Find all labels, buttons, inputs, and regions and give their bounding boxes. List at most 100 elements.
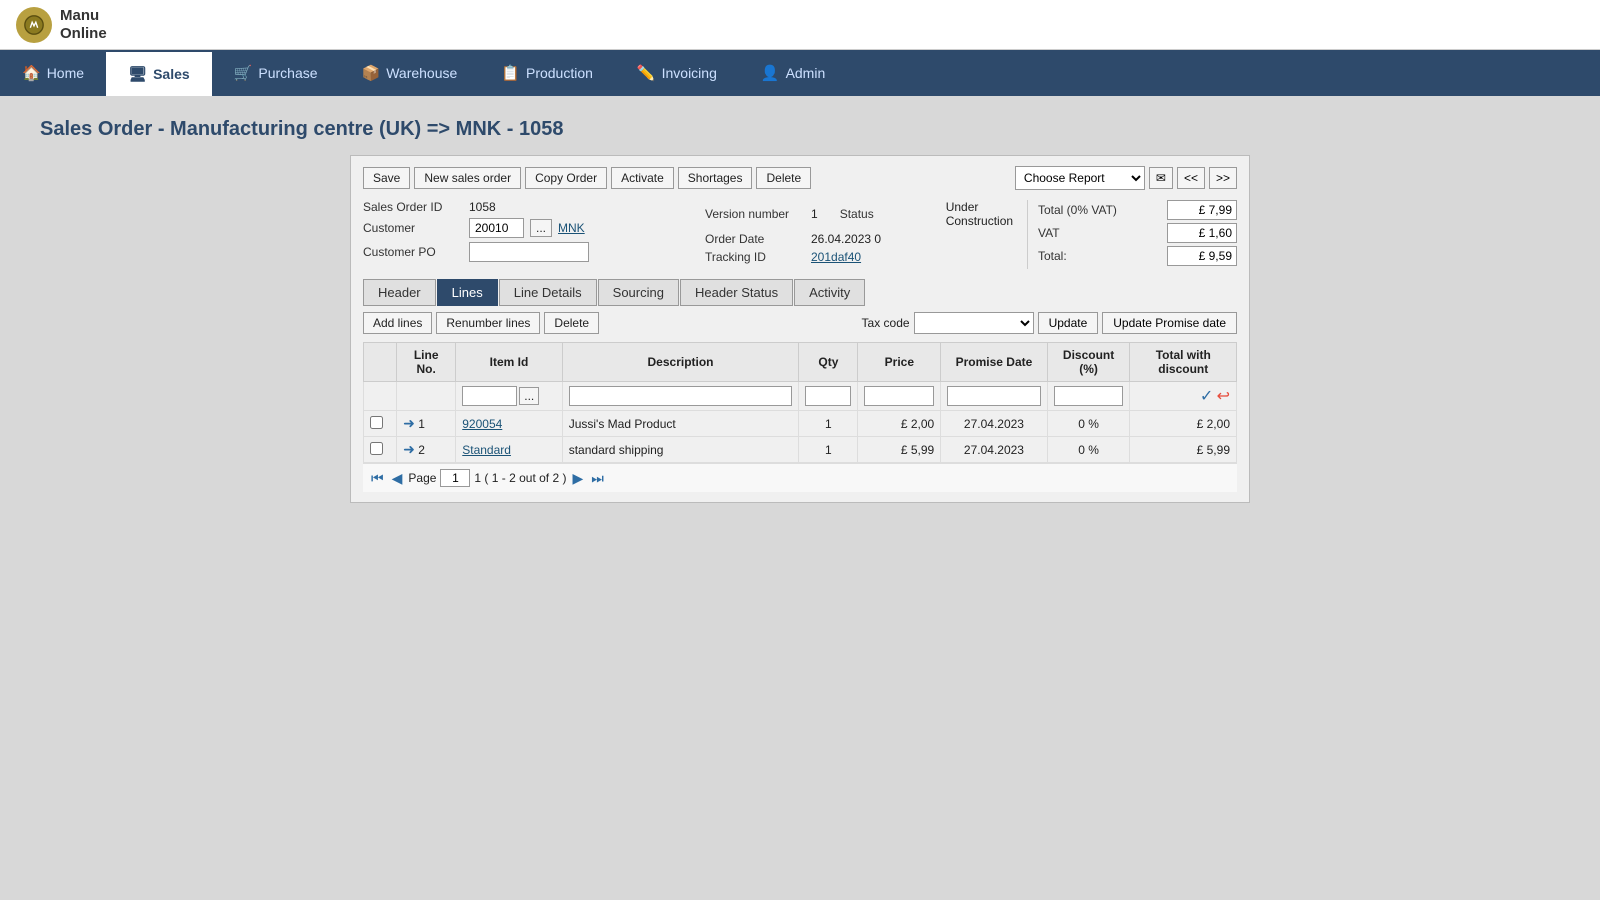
nav-production[interactable]: 📋 Production bbox=[479, 50, 615, 96]
last-page-button[interactable]: ⏭ bbox=[589, 470, 606, 487]
admin-icon: 👤 bbox=[761, 64, 780, 82]
nav-sales[interactable]: 🖥 Sales bbox=[106, 50, 212, 96]
tracking-id-row: Tracking ID 201daf40 bbox=[705, 250, 1027, 264]
info-col-mid: Version number 1 Status Under Constructi… bbox=[685, 200, 1027, 269]
version-number-row: Version number 1 Status Under Constructi… bbox=[705, 200, 1027, 228]
lines-toolbar: Add lines Renumber lines Delete Tax code… bbox=[363, 312, 1237, 334]
tab-header[interactable]: Header bbox=[363, 279, 436, 306]
vat-input[interactable] bbox=[1167, 223, 1237, 243]
tab-activity[interactable]: Activity bbox=[794, 279, 865, 306]
row1-description: Jussi's Mad Product bbox=[562, 411, 799, 437]
customer-id-input[interactable] bbox=[469, 218, 524, 238]
report-email-button[interactable]: ✉ bbox=[1149, 167, 1173, 189]
first-page-button[interactable]: ⏮ bbox=[369, 470, 386, 487]
tax-code-label: Tax code bbox=[862, 316, 910, 330]
new-qty-input[interactable] bbox=[805, 386, 851, 406]
new-row-actions-cell: ✓ ↩ bbox=[1130, 382, 1237, 411]
col-description: Description bbox=[562, 343, 799, 382]
shortages-button[interactable]: Shortages bbox=[678, 167, 753, 189]
total-row: Total (0% VAT) bbox=[1038, 200, 1237, 220]
customer-po-input[interactable] bbox=[469, 242, 589, 262]
tab-sourcing[interactable]: Sourcing bbox=[598, 279, 679, 306]
row1-discount: 0 % bbox=[1047, 411, 1130, 437]
toolbar-right: Choose Report ✉ << >> bbox=[1015, 166, 1237, 190]
nav-bar: 🏠 Home 🖥 Sales 🛒 Purchase 📦 Warehouse 📋 … bbox=[0, 50, 1600, 96]
row2-checkbox[interactable] bbox=[370, 442, 383, 455]
nav-warehouse[interactable]: 📦 Warehouse bbox=[340, 50, 480, 96]
grand-total-input[interactable] bbox=[1167, 246, 1237, 266]
nav-invoicing[interactable]: ✏️ Invoicing bbox=[615, 50, 739, 96]
totals-section: Total (0% VAT) VAT Total: bbox=[1027, 200, 1237, 269]
customer-po-row: Customer PO bbox=[363, 242, 685, 262]
activate-button[interactable]: Activate bbox=[611, 167, 674, 189]
row1-promise-date: 27.04.2023 bbox=[941, 411, 1047, 437]
row2-line-no: ➜ 2 bbox=[397, 437, 456, 463]
cancel-new-line-icon[interactable]: ↩ bbox=[1217, 388, 1230, 405]
tab-line-details[interactable]: Line Details bbox=[499, 279, 597, 306]
brand-bar: Manu Online bbox=[0, 0, 1600, 50]
tab-header-status[interactable]: Header Status bbox=[680, 279, 793, 306]
page-number-input[interactable] bbox=[440, 469, 470, 487]
renumber-lines-button[interactable]: Renumber lines bbox=[436, 312, 540, 334]
nav-admin[interactable]: 👤 Admin bbox=[739, 50, 847, 96]
customer-name-link[interactable]: MNK bbox=[558, 221, 585, 235]
new-item-lookup-button[interactable]: ... bbox=[519, 387, 539, 405]
warehouse-icon: 📦 bbox=[362, 64, 381, 82]
copy-order-button[interactable]: Copy Order bbox=[525, 167, 607, 189]
new-promise-input[interactable] bbox=[947, 386, 1040, 406]
row1-check-cell bbox=[364, 411, 397, 437]
row2-total: £ 5,99 bbox=[1130, 437, 1237, 463]
col-promise-date: Promise Date bbox=[941, 343, 1047, 382]
row1-item-id: 920054 bbox=[456, 411, 562, 437]
tax-code-select[interactable] bbox=[914, 312, 1034, 334]
order-date-row: Order Date 26.04.2023 0 bbox=[705, 232, 1027, 246]
new-line-row: ... ✓ ↩ bbox=[364, 382, 1237, 411]
production-icon: 📋 bbox=[501, 64, 520, 82]
new-row-qty-cell bbox=[799, 382, 858, 411]
next-order-button[interactable]: >> bbox=[1209, 167, 1237, 189]
table-header-row: Line No. Item Id Description Qty Price P… bbox=[364, 343, 1237, 382]
grand-total-row: Total: bbox=[1038, 246, 1237, 266]
delete-button[interactable]: Delete bbox=[756, 167, 811, 189]
add-lines-button[interactable]: Add lines bbox=[363, 312, 432, 334]
prev-order-button[interactable]: << bbox=[1177, 167, 1205, 189]
pagination: ⏮ ◀ Page 1 ( 1 - 2 out of 2 ) ▶ ⏭ bbox=[363, 463, 1237, 492]
new-sales-order-button[interactable]: New sales order bbox=[414, 167, 521, 189]
new-item-id-input[interactable] bbox=[462, 386, 517, 406]
brand-name: Manu Online bbox=[60, 7, 107, 43]
new-row-item-id-cell: ... bbox=[456, 382, 562, 411]
update-button[interactable]: Update bbox=[1038, 312, 1099, 334]
update-promise-date-button[interactable]: Update Promise date bbox=[1102, 312, 1237, 334]
row1-total: £ 2,00 bbox=[1130, 411, 1237, 437]
new-row-price-cell bbox=[858, 382, 941, 411]
prev-page-button[interactable]: ◀ bbox=[390, 470, 405, 487]
choose-report-select[interactable]: Choose Report bbox=[1015, 166, 1145, 190]
page-summary: 1 ( 1 - 2 out of 2 ) bbox=[474, 471, 566, 485]
row1-item-link[interactable]: 920054 bbox=[462, 417, 502, 431]
col-total: Total with discount bbox=[1130, 343, 1237, 382]
invoicing-icon: ✏️ bbox=[637, 64, 656, 82]
tracking-id-link[interactable]: 201daf40 bbox=[811, 250, 861, 264]
sales-order-id-row: Sales Order ID 1058 bbox=[363, 200, 685, 214]
row1-checkbox[interactable] bbox=[370, 416, 383, 429]
toolbar: Save New sales order Copy Order Activate… bbox=[363, 166, 1237, 190]
info-col-left: Sales Order ID 1058 Customer ... MNK Cus… bbox=[363, 200, 685, 269]
tab-lines[interactable]: Lines bbox=[437, 279, 498, 306]
customer-lookup-button[interactable]: ... bbox=[530, 219, 552, 237]
col-item-id: Item Id bbox=[456, 343, 562, 382]
new-price-input[interactable] bbox=[864, 386, 934, 406]
new-desc-input[interactable] bbox=[569, 386, 793, 406]
row2-item-link[interactable]: Standard bbox=[462, 443, 511, 457]
page-label: Page bbox=[408, 471, 436, 485]
nav-purchase[interactable]: 🛒 Purchase bbox=[212, 50, 340, 96]
save-button[interactable]: Save bbox=[363, 167, 410, 189]
total-input[interactable] bbox=[1167, 200, 1237, 220]
nav-home[interactable]: 🏠 Home bbox=[0, 50, 106, 96]
confirm-new-line-icon[interactable]: ✓ bbox=[1200, 388, 1213, 405]
row1-qty: 1 bbox=[799, 411, 858, 437]
new-discount-input[interactable] bbox=[1054, 386, 1124, 406]
lines-delete-button[interactable]: Delete bbox=[544, 312, 599, 334]
row2-description: standard shipping bbox=[562, 437, 799, 463]
order-info-section: Sales Order ID 1058 Customer ... MNK Cus… bbox=[363, 200, 1237, 269]
next-page-button[interactable]: ▶ bbox=[570, 470, 585, 487]
